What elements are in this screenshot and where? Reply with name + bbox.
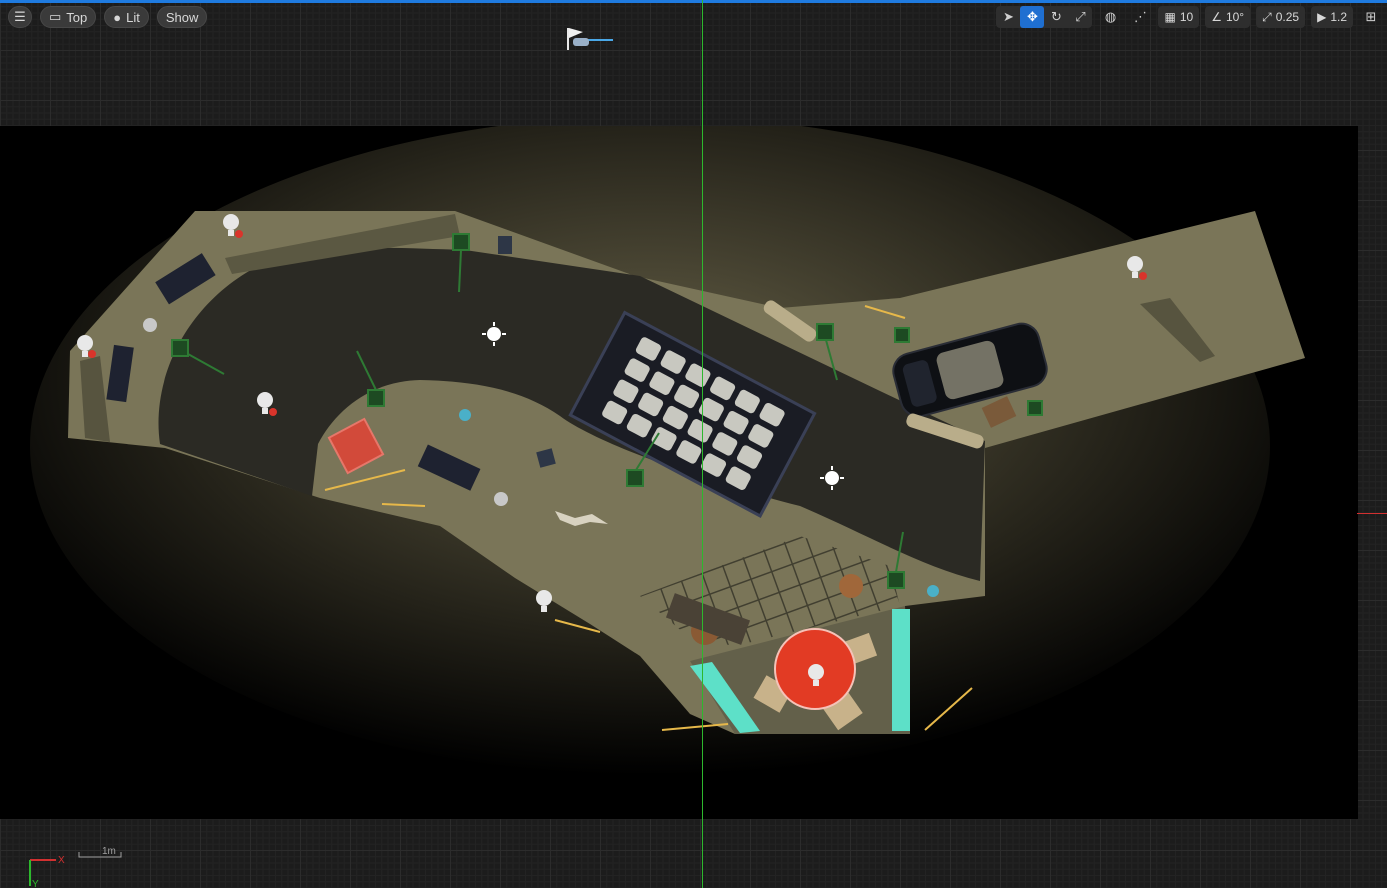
scale-bar-label: 1m: [102, 846, 116, 857]
surface-snap-toggle[interactable]: ⋰: [1128, 6, 1152, 28]
world-local-toggle[interactable]: ◍: [1098, 6, 1122, 28]
camera-speed-control[interactable]: ▶ 1.2: [1311, 6, 1353, 28]
grid-icon: ▦: [1164, 10, 1176, 24]
view-mode-button[interactable]: ▭ Top: [40, 6, 97, 28]
angle-icon: ∠: [1211, 10, 1222, 24]
scale-snap-value: 0.25: [1275, 10, 1300, 24]
scale-snap-control[interactable]: ⤢ 0.25: [1256, 6, 1306, 28]
barrel-1[interactable]: [839, 574, 863, 598]
show-label: Show: [165, 9, 199, 25]
layout-grid-icon: ⊞: [1365, 9, 1377, 24]
viewport-active-border: [0, 0, 1387, 3]
view-mode-label: Top: [66, 9, 88, 25]
viewport-toolbar-right: ➤ ✥ ↻ ⤢ ◍ ⋰ ▦ 10 ∠ 10° ⤢ 0.25 ▶ 1.2 ⊞: [996, 6, 1383, 28]
axis-y-label: Y: [32, 879, 39, 888]
player-start-icon[interactable]: [565, 26, 615, 52]
scale-arrow-icon: ⤢: [1262, 9, 1272, 24]
rotate-icon: ↻: [1051, 9, 1062, 24]
y-axis-line: [702, 0, 703, 888]
select-tool-button[interactable]: ➤: [996, 6, 1020, 28]
hamburger-icon: ☰: [14, 9, 26, 24]
sphere-icon: ●: [113, 9, 122, 25]
viewport-layout-button[interactable]: ⊞: [1359, 6, 1383, 28]
scale-icon: ⤢: [1075, 9, 1086, 24]
grid-snap-value: 10: [1179, 10, 1194, 24]
translate-tool-button[interactable]: ✥: [1020, 6, 1045, 28]
level-viewport[interactable]: ☰ ▭ Top ● Lit Show ➤ ✥ ↻ ⤢ ◍ ⋰ ▦ 10 ∠ 10…: [0, 0, 1387, 888]
viewport-toolbar-left: ☰ ▭ Top ● Lit Show: [8, 6, 208, 28]
lighting-mode-button[interactable]: ● Lit: [104, 6, 149, 28]
viewport-menu-button[interactable]: ☰: [8, 6, 32, 28]
move-icon: ✥: [1027, 9, 1038, 24]
rotation-snap-control[interactable]: ∠ 10°: [1205, 6, 1251, 28]
glass-wall-right: [892, 609, 910, 731]
viewport-icon: ▭: [49, 9, 62, 24]
axis-x-label: X: [58, 855, 65, 866]
rotate-tool-button[interactable]: ↻: [1044, 6, 1068, 28]
rotation-snap-value: 10°: [1225, 10, 1245, 24]
x-axis-line: [1357, 513, 1387, 514]
axis-gizmo: X Y: [29, 855, 65, 888]
trash-bin-1[interactable]: [498, 236, 512, 254]
lighting-mode-label: Lit: [126, 9, 140, 25]
camera-icon: ▶: [1317, 10, 1327, 24]
cursor-icon: ➤: [1003, 9, 1014, 24]
globe-icon: ◍: [1104, 9, 1117, 24]
scene-render[interactable]: [0, 126, 1358, 819]
grid-snap-control[interactable]: ▦ 10: [1158, 6, 1200, 28]
level-top-view: [30, 126, 1305, 776]
camera-speed-value: 1.2: [1330, 10, 1347, 24]
show-button[interactable]: Show: [156, 6, 208, 28]
scale-tool-button[interactable]: ⤢: [1068, 6, 1092, 28]
transform-tools: ➤ ✥ ↻ ⤢: [996, 6, 1093, 28]
surface-snap-icon: ⋰: [1133, 9, 1147, 24]
